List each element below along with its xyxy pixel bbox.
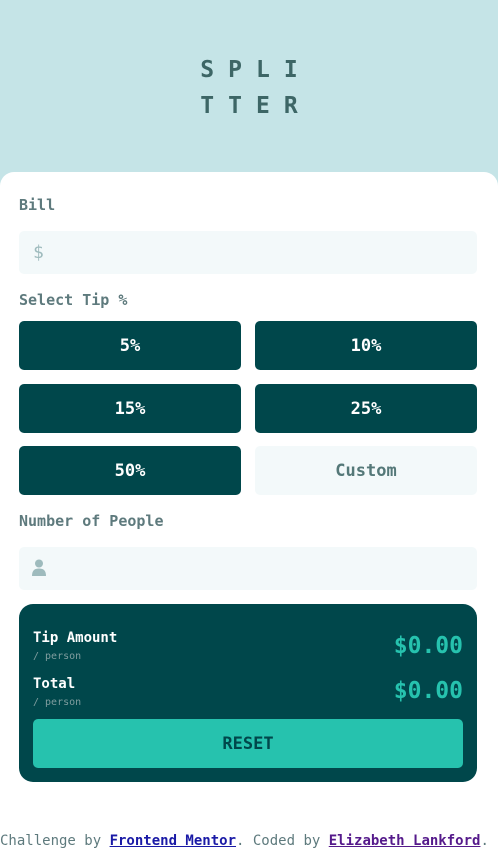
tip-amount-label: Tip Amount	[33, 630, 118, 646]
people-input[interactable]	[59, 547, 464, 590]
author-link[interactable]: Elizabeth Lankford	[329, 833, 481, 849]
dollar-icon: $	[33, 242, 44, 263]
total-label: Total	[33, 676, 76, 692]
footer-middle: . Coded by	[236, 833, 329, 849]
app-logo: SPLI TTER	[0, 52, 498, 124]
total-per-person: / person	[33, 697, 82, 708]
bill-label: Bill	[19, 196, 56, 214]
tip-10-button[interactable]: 10%	[255, 321, 477, 370]
people-field[interactable]	[19, 547, 477, 590]
footer-prefix: Challenge by	[0, 833, 110, 849]
person-icon	[32, 559, 46, 580]
footer-suffix: .	[480, 833, 489, 849]
frontend-mentor-link[interactable]: Frontend Mentor	[110, 833, 236, 849]
select-tip-label: Select Tip %	[19, 291, 128, 309]
tip-25-button[interactable]: 25%	[255, 384, 477, 433]
bill-field[interactable]: $	[19, 231, 477, 274]
tip-50-button[interactable]: 50%	[19, 446, 241, 495]
custom-tip-input[interactable]: Custom	[255, 446, 477, 495]
tip-15-button[interactable]: 15%	[19, 384, 241, 433]
reset-button[interactable]: RESET	[33, 719, 463, 768]
bill-input[interactable]	[59, 231, 464, 274]
tip-amount-per-person: / person	[33, 651, 82, 662]
tip-5-button[interactable]: 5%	[19, 321, 241, 370]
logo-line-1: SPLI	[200, 57, 312, 83]
result-panel: Tip Amount / person $0.00 Total / person…	[19, 604, 477, 782]
tip-amount-value: $0.00	[393, 633, 463, 659]
people-label: Number of People	[19, 512, 164, 530]
attribution-footer: Challenge by Frontend Mentor. Coded by E…	[0, 833, 498, 849]
total-value: $0.00	[393, 678, 463, 704]
logo-line-2: TTER	[200, 93, 312, 119]
